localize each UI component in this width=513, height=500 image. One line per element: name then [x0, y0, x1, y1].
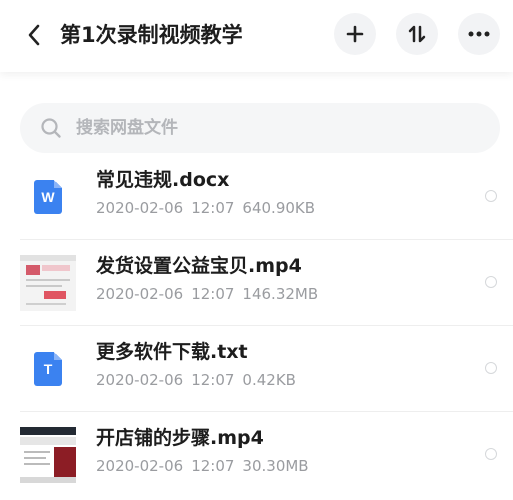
file-date: 2020-02-06 — [96, 199, 184, 217]
chevron-left-icon — [28, 24, 40, 46]
select-radio[interactable] — [485, 362, 497, 374]
file-time: 12:07 — [191, 371, 235, 389]
file-size: 146.32MB — [242, 285, 319, 303]
select-radio[interactable] — [485, 448, 497, 460]
file-thumbnail: T — [20, 341, 76, 397]
file-meta: 2020-02-06 12:07 0.42KB — [96, 369, 304, 391]
select-radio[interactable] — [485, 190, 497, 202]
file-name: 常见违规.docx — [96, 169, 230, 191]
file-size: 30.30MB — [242, 457, 309, 475]
search-icon — [40, 117, 62, 139]
file-row[interactable]: 发货设置公益宝贝.mp4 2020-02-06 12:07 146.32MB — [0, 240, 513, 326]
page-title: 第1次录制视频教学 — [60, 23, 243, 47]
search-bar[interactable] — [20, 103, 500, 153]
file-row[interactable]: 开店铺的步骤.mp4 2020-02-06 12:07 30.30MB — [0, 412, 513, 498]
sort-button[interactable] — [396, 13, 438, 55]
video-thumbnail — [20, 427, 76, 483]
file-name: 开店铺的步骤.mp4 — [96, 427, 264, 449]
plus-icon — [346, 25, 364, 43]
file-date: 2020-02-06 — [96, 457, 184, 475]
file-meta: 2020-02-06 12:07 30.30MB — [96, 455, 317, 477]
file-date: 2020-02-06 — [96, 371, 184, 389]
file-size: 0.42KB — [242, 371, 296, 389]
file-row[interactable]: T 更多软件下载.txt 2020-02-06 12:07 0.42KB — [0, 326, 513, 412]
file-thumbnail: W — [20, 169, 76, 225]
top-bar: 第1次录制视频教学 — [0, 0, 513, 72]
file-time: 12:07 — [191, 285, 235, 303]
sort-icon — [408, 25, 426, 43]
more-button[interactable] — [458, 13, 500, 55]
word-doc-icon: W — [34, 180, 62, 214]
video-thumbnail — [20, 255, 76, 311]
file-time: 12:07 — [191, 457, 235, 475]
file-name: 发货设置公益宝贝.mp4 — [96, 255, 302, 277]
file-size: 640.90KB — [242, 199, 316, 217]
file-thumbnail — [20, 255, 76, 311]
back-button[interactable] — [18, 17, 50, 53]
search-input[interactable] — [74, 117, 458, 139]
file-name: 更多软件下载.txt — [96, 341, 248, 363]
doc-icon-letter: T — [43, 361, 53, 377]
select-radio[interactable] — [485, 276, 497, 288]
add-button[interactable] — [334, 13, 376, 55]
text-doc-icon: T — [34, 352, 62, 386]
file-time: 12:07 — [191, 199, 235, 217]
file-row[interactable]: W 常见违规.docx 2020-02-06 12:07 640.90KB — [0, 154, 513, 240]
file-meta: 2020-02-06 12:07 640.90KB — [96, 197, 323, 219]
file-date: 2020-02-06 — [96, 285, 184, 303]
doc-icon-letter: W — [41, 189, 55, 205]
file-thumbnail — [20, 427, 76, 483]
more-dots-icon — [468, 31, 490, 37]
file-meta: 2020-02-06 12:07 146.32MB — [96, 283, 326, 305]
